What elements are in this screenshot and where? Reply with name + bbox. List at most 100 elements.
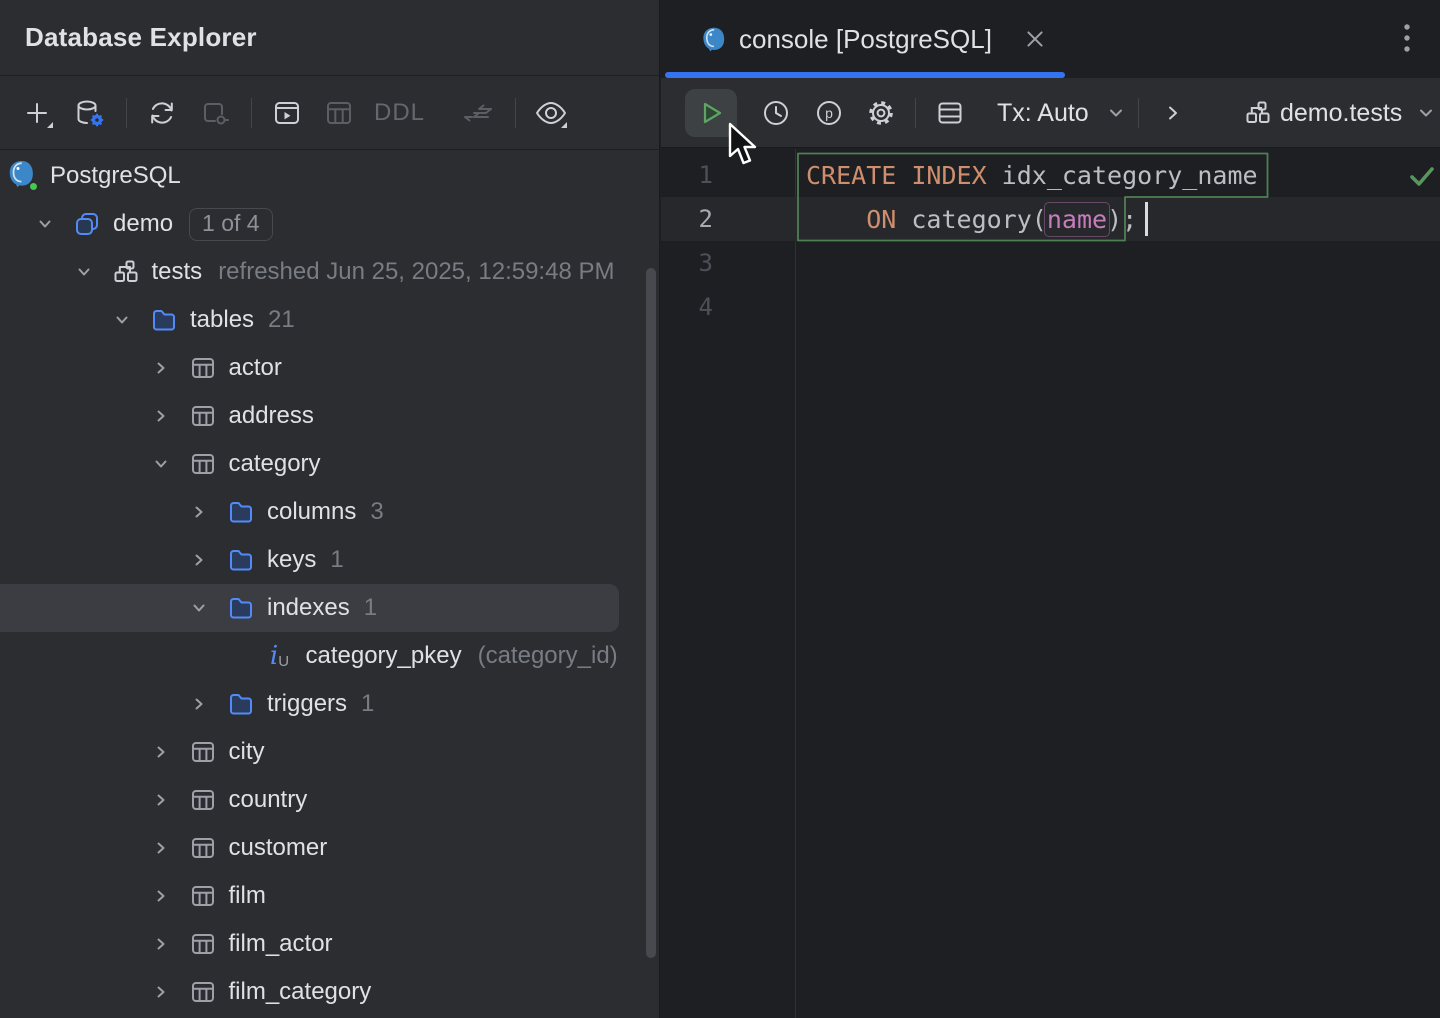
tab-options-kebab-icon[interactable] xyxy=(1392,24,1422,54)
tree-item-triggers[interactable]: triggers 1 xyxy=(0,680,659,728)
chevron-right-icon[interactable] xyxy=(151,358,171,378)
table-icon xyxy=(190,931,216,957)
chevron-right-icon[interactable] xyxy=(151,934,171,954)
in-editor-results-icon[interactable] xyxy=(936,78,964,148)
code-line-4[interactable]: 4 xyxy=(661,285,1440,329)
tree-item-film_category[interactable]: film_category xyxy=(0,968,659,1016)
panel-header: Database Explorer xyxy=(0,0,659,76)
chevron-down-icon[interactable] xyxy=(189,598,209,618)
chevron-right-icon[interactable] xyxy=(189,502,209,522)
chevron-right-icon[interactable] xyxy=(151,982,171,1002)
sql-editor[interactable]: 1 CREATE INDEX idx_category_name 2 ON cate… xyxy=(661,149,1440,1018)
tree-item-label: indexes xyxy=(267,594,350,621)
chevron-down-icon[interactable] xyxy=(35,214,55,234)
code-token: ; xyxy=(1122,204,1138,234)
table-icon xyxy=(190,787,216,813)
code-token: category( xyxy=(911,204,1047,234)
tree-item-label: category xyxy=(228,450,321,477)
text-caret xyxy=(1145,202,1148,236)
tree-item-city[interactable]: city xyxy=(0,728,659,776)
tree-item-film_actor[interactable]: film_actor xyxy=(0,920,659,968)
tree-item-tests[interactable]: tests refreshed Jun 25, 2025, 12:59:48 PM xyxy=(0,248,659,296)
chevron-right-icon[interactable] xyxy=(189,550,209,570)
refresh-icon[interactable] xyxy=(145,96,179,130)
tree-item-actor[interactable]: actor xyxy=(0,344,659,392)
tree-item-label: country xyxy=(228,786,308,813)
chevron-right-icon[interactable] xyxy=(151,790,171,810)
add-icon[interactable] xyxy=(20,96,54,130)
tree-item-category[interactable]: category xyxy=(0,440,659,488)
code-line-1[interactable]: 1 CREATE INDEX idx_category_name xyxy=(661,153,1440,197)
compare-icon xyxy=(461,96,495,130)
tree-item-label: film xyxy=(228,882,266,909)
data-source-settings-icon[interactable] xyxy=(72,96,106,130)
index-icon: iU xyxy=(269,641,290,671)
chevron-down-icon[interactable] xyxy=(112,310,132,330)
tree-item-keys[interactable]: keys 1 xyxy=(0,536,659,584)
item-annotation: (category_id) xyxy=(477,642,618,669)
table-icon xyxy=(190,835,216,861)
chevron-right-icon[interactable] xyxy=(151,838,171,858)
db-tree: PostgreSQL demo 1 of 4 tests refreshed Jun… xyxy=(0,152,659,1016)
detach-icon xyxy=(197,96,231,130)
chevron-down-icon[interactable] xyxy=(151,454,171,474)
table-icon xyxy=(190,979,216,1005)
explain-plan-icon[interactable]: p xyxy=(815,78,843,148)
tab-close-icon[interactable] xyxy=(1020,24,1050,54)
code-token: CREATE INDEX xyxy=(806,160,1002,190)
history-icon[interactable] xyxy=(762,78,790,148)
toolbar-separator xyxy=(126,97,127,128)
code-line-3[interactable]: 3 xyxy=(661,241,1440,285)
tree-item-label: tables xyxy=(190,306,255,333)
tree-item-indexes[interactable]: indexes 1 xyxy=(0,584,659,632)
toolbar-separator xyxy=(915,98,916,128)
chevron-right-icon[interactable] xyxy=(151,742,171,762)
tree-item-demo[interactable]: demo 1 of 4 xyxy=(0,200,659,248)
tree-item-label: demo xyxy=(113,210,174,237)
tree-item-tables[interactable]: tables 21 xyxy=(0,296,659,344)
tree-item-columns[interactable]: columns 3 xyxy=(0,488,659,536)
schema-context-label: demo.tests xyxy=(1280,98,1403,127)
toolbar-separator xyxy=(1138,98,1139,128)
tree-item-category_pkey[interactable]: i U category_pkey (category_id) xyxy=(0,632,659,680)
line-number: 2 xyxy=(698,205,713,233)
database-explorer-panel: Database Explorer DDL PostgreSQL demo 1 o… xyxy=(0,0,660,1018)
line-text: ON category(name); xyxy=(713,201,1138,237)
connection-status-dot xyxy=(28,181,39,192)
table-icon xyxy=(190,451,216,477)
tab-console-postgresql[interactable]: console [PostgreSQL] xyxy=(661,0,1065,78)
schema-context-dropdown[interactable]: demo.tests xyxy=(1245,78,1436,148)
chevron-right-icon[interactable] xyxy=(189,694,209,714)
more-actions-chevron-icon[interactable] xyxy=(1163,78,1183,148)
tree-item-label: address xyxy=(228,402,314,429)
tree-item-country[interactable]: country xyxy=(0,776,659,824)
settings-gear-icon[interactable] xyxy=(866,78,896,148)
tree-item-film[interactable]: film xyxy=(0,872,659,920)
run-button[interactable] xyxy=(685,89,737,137)
jump-to-console-icon[interactable] xyxy=(270,96,304,130)
code-token: name xyxy=(1043,201,1111,237)
tx-mode-dropdown[interactable]: Tx: Auto xyxy=(997,78,1126,148)
console-toolbar: p Tx: Auto demo.tests xyxy=(661,78,1440,148)
preview-icon[interactable] xyxy=(534,96,568,130)
item-count: 3 xyxy=(370,498,384,525)
chevron-right-icon[interactable] xyxy=(151,406,171,426)
schema-count-badge: 1 of 4 xyxy=(189,207,273,241)
editor-tab-bar: console [PostgreSQL] xyxy=(661,0,1440,78)
item-count: 1 xyxy=(361,690,375,717)
code-line-2[interactable]: 2 ON category(name); xyxy=(661,197,1440,241)
tree-item-label: customer xyxy=(228,834,328,861)
folder-icon xyxy=(228,547,254,573)
toolbar-separator xyxy=(251,97,252,128)
item-count: 1 xyxy=(330,546,344,573)
chevron-down-icon[interactable] xyxy=(74,262,94,282)
tree-item-address[interactable]: address xyxy=(0,392,659,440)
chevron-right-icon[interactable] xyxy=(151,886,171,906)
tree-item-label: film_category xyxy=(228,978,372,1005)
tree-item-postgresql[interactable]: PostgreSQL xyxy=(0,152,659,200)
tree-item-customer[interactable]: customer xyxy=(0,824,659,872)
tree-item-label: triggers xyxy=(267,690,348,717)
tree-scrollbar[interactable] xyxy=(646,268,656,958)
statement-success-checkmark-icon xyxy=(1406,160,1438,192)
